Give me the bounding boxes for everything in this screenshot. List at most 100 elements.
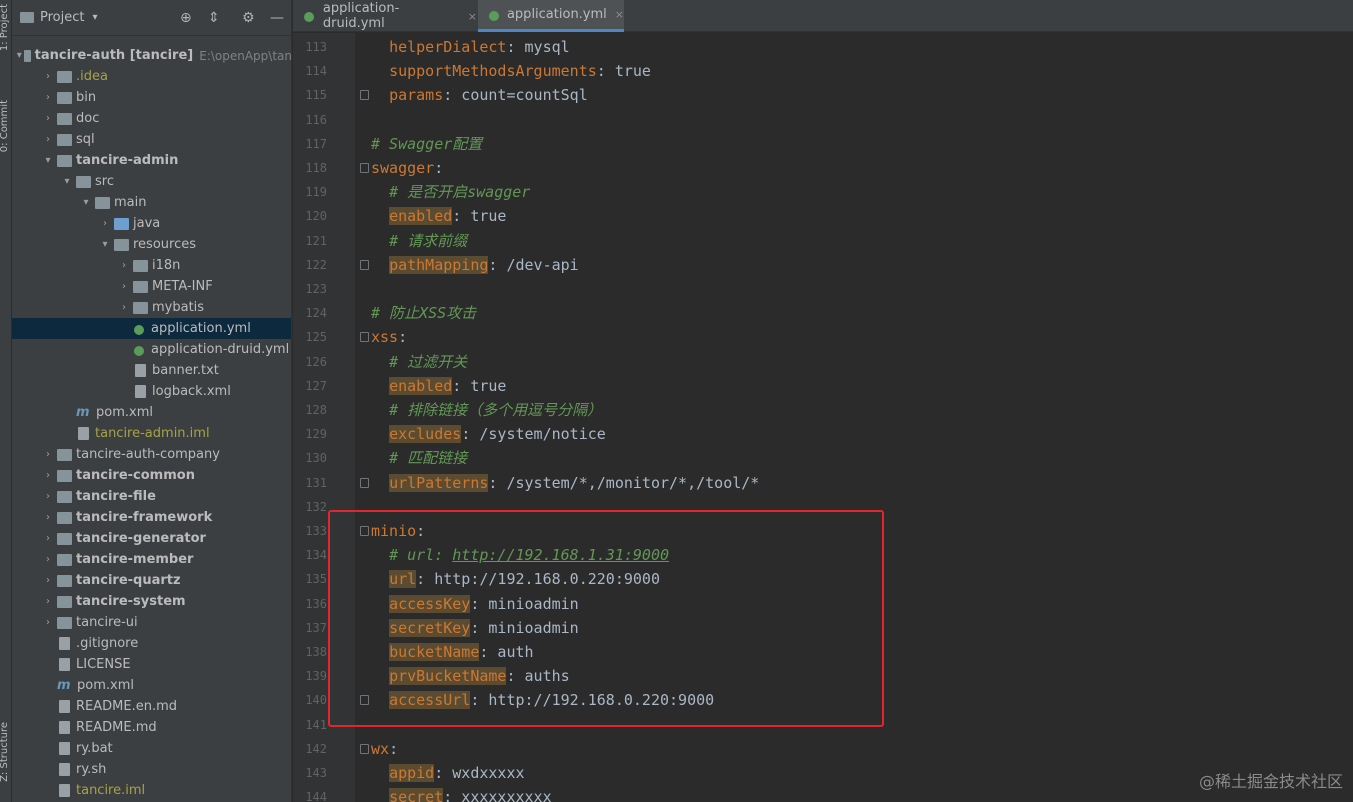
chevron-right-icon[interactable]: › (41, 512, 55, 523)
code-line[interactable]: # 排除链接（多个用逗号分隔） (371, 398, 602, 422)
code-line[interactable]: # Swagger配置 (371, 132, 482, 156)
code-line[interactable]: # 匹配链接 (371, 446, 467, 470)
tree-item[interactable]: › mybatis (12, 297, 291, 318)
tree-item[interactable]: › tancire-ui (12, 612, 291, 633)
tab-application-yml[interactable]: application.yml × (478, 0, 624, 32)
chevron-right-icon[interactable]: › (117, 302, 131, 313)
tree-item[interactable]: ▾ main (12, 192, 291, 213)
tree-item[interactable]: tancire-admin.iml (12, 423, 291, 444)
chevron-down-icon[interactable]: ▾ (98, 239, 112, 250)
chevron-down-icon[interactable]: ▾ (92, 12, 97, 23)
tree-item[interactable]: › tancire-common (12, 465, 291, 486)
tree-item[interactable]: › tancire-system (12, 591, 291, 612)
tree-item[interactable]: ▾ tancire-auth [tancire] E:\openApp\tan (12, 45, 291, 66)
tree-item[interactable]: › tancire-generator (12, 528, 291, 549)
chevron-right-icon[interactable]: › (117, 260, 131, 271)
locate-icon[interactable]: ⊕ (180, 10, 192, 26)
chevron-right-icon[interactable]: › (41, 449, 55, 460)
tree-item[interactable]: README.en.md (12, 696, 291, 717)
chevron-right-icon[interactable]: › (98, 218, 112, 229)
chevron-down-icon[interactable]: ▾ (60, 176, 74, 187)
code-line[interactable]: params: count=countSql (371, 83, 588, 107)
project-view-selector[interactable]: Project (40, 10, 84, 25)
code-line[interactable]: enabled: true (371, 204, 506, 228)
tree-item[interactable]: application.yml (12, 318, 291, 339)
chevron-down-icon[interactable]: ▾ (16, 50, 22, 61)
tree-item[interactable]: › java (12, 213, 291, 234)
chevron-right-icon[interactable]: › (41, 554, 55, 565)
chevron-down-icon[interactable]: ▾ (41, 155, 55, 166)
code-line[interactable]: urlPatterns: /system/*,/monitor/*,/tool/… (371, 471, 759, 495)
tree-item[interactable]: › i18n (12, 255, 291, 276)
tree-item[interactable]: banner.txt (12, 360, 291, 381)
tree-item[interactable]: › .idea (12, 66, 291, 87)
tree-item[interactable]: › sql (12, 129, 291, 150)
code-line[interactable]: xss: (371, 325, 407, 349)
tab-application-druid-yml[interactable]: application-druid.yml × (293, 0, 477, 32)
tree-item[interactable]: m pom.xml (12, 675, 291, 696)
chevron-right-icon[interactable]: › (41, 533, 55, 544)
code-line[interactable]: excludes: /system/notice (371, 422, 606, 446)
chevron-right-icon[interactable]: › (41, 113, 55, 124)
collapse-all-icon[interactable]: ⇕ (208, 10, 220, 26)
tree-item[interactable]: › doc (12, 108, 291, 129)
tree-item[interactable]: › tancire-file (12, 486, 291, 507)
code-line[interactable]: wx: (371, 737, 398, 761)
chevron-right-icon[interactable]: › (41, 575, 55, 586)
tree-item[interactable]: ▾ src (12, 171, 291, 192)
chevron-right-icon[interactable]: › (41, 491, 55, 502)
project-tool-tab[interactable]: 1: Project (0, 4, 10, 51)
tree-item[interactable]: ry.sh (12, 759, 291, 780)
tree-item[interactable]: ▾ resources (12, 234, 291, 255)
tree-item[interactable]: › tancire-auth-company (12, 444, 291, 465)
chevron-right-icon[interactable]: › (41, 134, 55, 145)
chevron-right-icon[interactable]: › (41, 92, 55, 103)
code-line[interactable]: secret: xxxxxxxxxx (371, 785, 552, 802)
tree-item-label: pom.xml (96, 405, 153, 420)
project-panel: Project ▾ ⊕ ⇕ ⚙ — ▾ tancire-auth [tancire… (12, 0, 292, 802)
structure-tool-tab[interactable]: Z: Structure (0, 722, 10, 782)
chevron-right-icon[interactable]: › (41, 617, 55, 628)
chevron-right-icon[interactable]: › (41, 71, 55, 82)
tree-item[interactable]: › META-INF (12, 276, 291, 297)
line-number: 141 (305, 717, 327, 732)
tree-item[interactable]: › bin (12, 87, 291, 108)
tree-item[interactable]: ▾ tancire-admin (12, 150, 291, 171)
code-line[interactable]: # 防止XSS攻击 (371, 301, 476, 325)
code-line[interactable]: # 请求前缀 (371, 229, 467, 253)
chevron-down-icon[interactable]: ▾ (79, 197, 93, 208)
chevron-right-icon[interactable]: › (41, 470, 55, 481)
tree-item[interactable]: › tancire-quartz (12, 570, 291, 591)
chevron-right-icon[interactable]: › (117, 281, 131, 292)
close-icon[interactable]: × (615, 8, 624, 21)
code-line[interactable]: appid: wxdxxxxx (371, 761, 525, 785)
fold-marker-icon[interactable] (360, 163, 369, 173)
fold-marker-icon[interactable] (360, 90, 369, 101)
fold-marker-icon[interactable] (360, 743, 369, 754)
commit-tool-tab[interactable]: 0: Commit (0, 100, 10, 152)
chevron-right-icon[interactable]: › (41, 596, 55, 607)
fold-marker-icon[interactable] (360, 332, 369, 343)
tree-item[interactable]: LICENSE (12, 654, 291, 675)
tree-item[interactable]: ry.bat (12, 738, 291, 759)
tree-item[interactable]: m pom.xml (12, 402, 291, 423)
gear-icon[interactable]: ⚙ (242, 10, 255, 26)
fold-marker-icon[interactable] (360, 259, 369, 270)
tree-item[interactable]: .gitignore (12, 633, 291, 654)
code-line[interactable]: supportMethodsArguments: true (371, 59, 651, 83)
close-icon[interactable]: × (468, 10, 477, 23)
code-line[interactable]: pathMapping: /dev-api (371, 253, 579, 277)
tree-item[interactable]: tancire.iml (12, 780, 291, 801)
tree-item[interactable]: › tancire-framework (12, 507, 291, 528)
minimize-icon[interactable]: — (270, 10, 284, 26)
code-line[interactable]: helperDialect: mysql (371, 35, 570, 59)
tree-item[interactable]: › tancire-member (12, 549, 291, 570)
fold-marker-icon[interactable] (360, 477, 369, 488)
tree-item[interactable]: logback.xml (12, 381, 291, 402)
tree-item[interactable]: README.md (12, 717, 291, 738)
code-line[interactable]: enabled: true (371, 374, 506, 398)
code-line[interactable]: swagger: (371, 156, 443, 180)
code-line[interactable]: # 过滤开关 (371, 350, 467, 374)
tree-item[interactable]: application-druid.yml (12, 339, 291, 360)
code-line[interactable]: # 是否开启swagger (371, 180, 530, 204)
